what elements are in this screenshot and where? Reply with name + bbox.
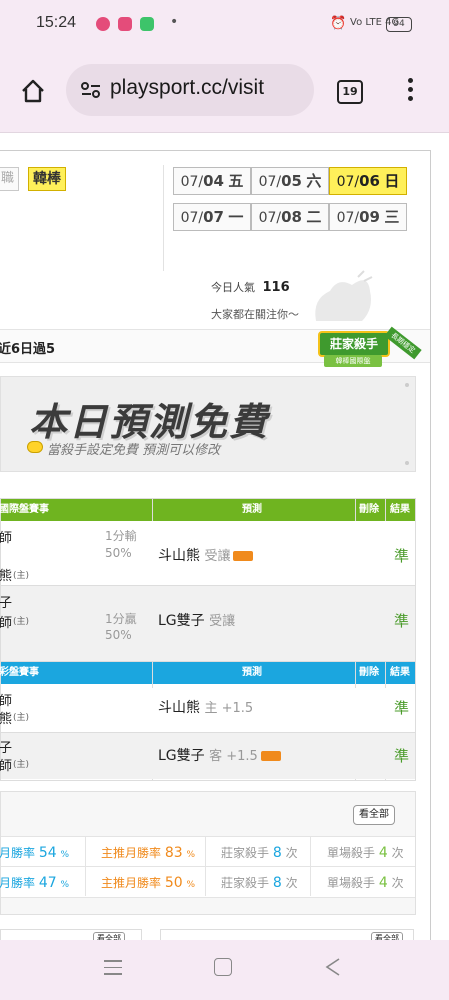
table-row: 師 熊 (主) 斗山熊 主 +1.5 準 bbox=[0, 688, 415, 733]
free-prediction-banner: 本日預測免費 當殺手設定免費 預測可以修改 bbox=[0, 376, 416, 472]
month-win-rate: 月勝率 47 % bbox=[0, 875, 70, 891]
main-pick-badge bbox=[260, 751, 281, 761]
killer-badge-sub: 韓棒國際盤 bbox=[324, 355, 382, 367]
result-label: 準 bbox=[394, 612, 410, 630]
menu-icon[interactable] bbox=[408, 78, 414, 101]
address-bar[interactable]: playsport.cc/visit bbox=[66, 64, 314, 116]
popularity: 今日人氣 116 bbox=[211, 280, 290, 295]
lottery-table-header: 彩盤賽事 預測 刪除 結果 bbox=[0, 662, 415, 684]
system-nav-bar bbox=[0, 940, 449, 1000]
stats-panel: 看全部 月勝率 54 % 主推月勝率 83 % 莊家殺手 8 次 單場殺手 4 … bbox=[0, 791, 416, 915]
single-killer-count: 單場殺手 4 次 bbox=[327, 875, 404, 891]
back-icon[interactable] bbox=[324, 957, 342, 977]
date-0704[interactable]: 07/04 五 bbox=[173, 167, 251, 195]
result-label: 準 bbox=[394, 747, 410, 765]
more-notifications-dot: • bbox=[170, 14, 179, 30]
league-tag-korea[interactable]: 韓棒 bbox=[28, 167, 66, 191]
table-row: 子 師 (主) LG雙子 客 +1.5 準 bbox=[0, 733, 415, 779]
date-0709[interactable]: 07/09 三 bbox=[329, 203, 407, 231]
date-0705[interactable]: 07/05 六 bbox=[251, 167, 329, 195]
banner-subtitle: 當殺手設定免費 預測可以修改 bbox=[47, 443, 221, 458]
url-text: playsport.cc/visit bbox=[110, 76, 265, 99]
app-icon bbox=[140, 17, 154, 31]
league-tag[interactable]: 職 bbox=[0, 167, 20, 191]
main-pick-win-rate: 主推月勝率 50 % bbox=[101, 875, 196, 891]
date-0708[interactable]: 07/08 二 bbox=[251, 203, 329, 231]
main-pick-badge bbox=[233, 551, 254, 561]
pick-team: LG雙子 受讓 bbox=[158, 613, 236, 629]
table-row: 師 熊 (主) 1分輸 50% 斗山熊 受讓 準 bbox=[0, 521, 415, 586]
recent-apps-icon[interactable] bbox=[104, 960, 122, 975]
result-label: 準 bbox=[394, 699, 410, 717]
date-0707[interactable]: 07/07 一 bbox=[173, 203, 251, 231]
pick-team: 斗山熊 主 +1.5 bbox=[158, 700, 254, 716]
mascot-silhouette-icon bbox=[315, 270, 373, 321]
notification-icon bbox=[96, 17, 110, 31]
divider bbox=[163, 165, 164, 271]
date-0706-selected[interactable]: 07/06 日 bbox=[329, 167, 407, 195]
youtube-icon bbox=[118, 17, 132, 31]
view-all-button[interactable]: 看全部 bbox=[353, 805, 395, 825]
killer-count: 莊家殺手 8 次 bbox=[221, 875, 298, 891]
home-icon[interactable] bbox=[20, 78, 46, 104]
banner-title: 本日預測免費 bbox=[29, 400, 270, 444]
clock: 15:24 bbox=[36, 14, 77, 31]
lottery-prediction-table: 彩盤賽事 預測 刪除 結果 師 熊 (主) 斗山熊 主 +1.5 準 子 師 (… bbox=[0, 661, 416, 781]
single-killer-count: 單場殺手 4 次 bbox=[327, 845, 404, 861]
site-settings-icon[interactable] bbox=[80, 81, 102, 99]
page-content: 職 韓棒 07/04 五 07/05 六 07/06 日 07/07 一 07/… bbox=[0, 150, 431, 941]
killer-badge: 莊家殺手 韓棒國際盤 bbox=[318, 331, 390, 371]
table-row: 子 師 (主) 1分贏 50% LG雙子 受讓 準 bbox=[0, 586, 415, 662]
result-label: 準 bbox=[394, 547, 410, 565]
status-bar: 15:24 • ⏰ Vo LTE 4G 94 bbox=[0, 0, 449, 52]
popularity-count: 116 bbox=[262, 280, 290, 295]
month-win-rate: 月勝率 54 % bbox=[0, 845, 70, 861]
killer-count: 莊家殺手 8 次 bbox=[221, 845, 298, 861]
tab-switcher-button[interactable]: 19 bbox=[337, 80, 363, 104]
killer-badge-title: 莊家殺手 bbox=[318, 331, 390, 357]
battery-icon: 94 bbox=[386, 17, 412, 32]
intl-prediction-table: 國際盤賽事 預測 刪除 結果 師 熊 (主) 1分輸 50% 斗山熊 受讓 準 … bbox=[0, 498, 416, 664]
home-nav-icon[interactable] bbox=[214, 958, 232, 976]
browser-toolbar: playsport.cc/visit 19 bbox=[0, 52, 449, 133]
main-pick-win-rate: 主推月勝率 83 % bbox=[101, 845, 196, 861]
intl-table-header: 國際盤賽事 預測 刪除 結果 bbox=[0, 499, 415, 521]
record-text: 近6日過5 bbox=[0, 342, 56, 357]
pick-team: 斗山熊 受讓 bbox=[158, 545, 254, 565]
alarm-icon: ⏰ bbox=[330, 16, 347, 31]
popularity-sub: 大家都在關注你～ bbox=[211, 308, 299, 321]
pick-team: LG雙子 客 +1.5 bbox=[158, 745, 281, 765]
bulb-icon bbox=[27, 441, 43, 453]
